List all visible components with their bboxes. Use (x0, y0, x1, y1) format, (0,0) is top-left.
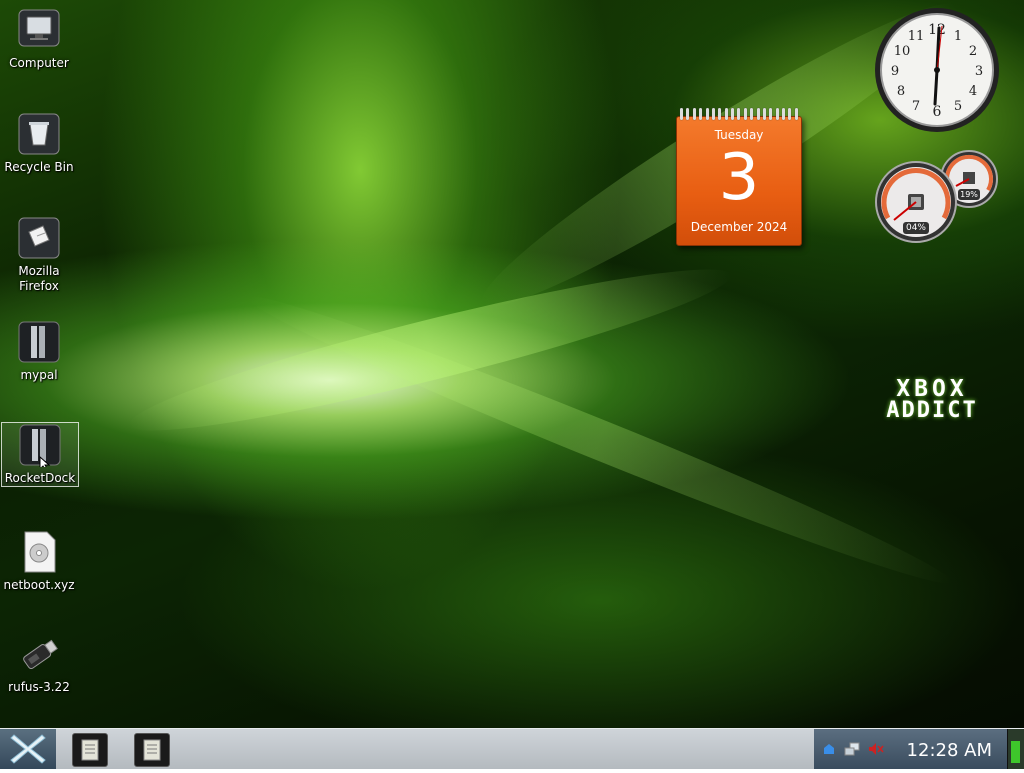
desktop-icon-label: Mozilla Firefox (18, 264, 60, 293)
light-streak (121, 245, 739, 455)
computer-monitor-icon (17, 8, 61, 52)
clock-numeral: 11 (908, 29, 925, 44)
taskbar-button-notepad[interactable] (134, 733, 170, 767)
notepad-icon (143, 739, 161, 761)
start-button[interactable] (0, 729, 56, 769)
desktop-icon-computer[interactable]: Computer (1, 8, 77, 71)
calendar-weekday: Tuesday (714, 128, 764, 142)
taskbar-clock[interactable]: 12:28 AM (907, 740, 992, 761)
analog-clock-icon: 12 1 2 3 4 5 6 7 8 9 10 11 (875, 8, 999, 132)
calendar-gadget[interactable]: Tuesday 3 December 2024 (676, 108, 802, 246)
notepad-icon (81, 739, 99, 761)
network-icon[interactable] (822, 742, 836, 756)
volume-muted-icon[interactable] (868, 742, 884, 756)
desktop-icon-mypal[interactable]: mypal (1, 320, 77, 383)
clock-gadget[interactable]: 12 1 2 3 4 5 6 7 8 9 10 11 (873, 6, 1001, 134)
desktop-icon-label: Computer (9, 56, 69, 70)
recycle-bin-icon (17, 112, 61, 156)
clock-numeral: 8 (897, 84, 905, 99)
clock-numeral: 3 (975, 64, 983, 79)
x-logo-start-icon (10, 734, 46, 764)
memory-percent-readout: 19% (958, 189, 980, 200)
clock-numeral: 2 (969, 44, 977, 59)
clock-numeral: 4 (969, 84, 977, 99)
calendar-binding-rings (680, 108, 798, 120)
desktop-icon-mozilla-firefox[interactable]: Mozilla Firefox (1, 216, 77, 294)
taskbar-button-notepad[interactable] (72, 733, 108, 767)
clock-numeral: 1 (954, 29, 962, 44)
cpu-percent-readout: 04% (903, 222, 929, 234)
firefox-icon (17, 216, 61, 260)
taskbar: 12:28 AM (0, 728, 1024, 769)
desktop-icon-netboot-xyz[interactable]: netboot.xyz (1, 530, 77, 593)
desktop-icon-recycle-bin[interactable]: Recycle Bin (1, 112, 77, 175)
brand-line-xbox: XBOX (896, 376, 968, 402)
desktop-icon-label: Recycle Bin (4, 160, 74, 174)
calendar-day: 3 (718, 141, 760, 215)
speedometer-gauge-icon (875, 150, 998, 243)
wallpaper-brand-logo: XBOX ADDICT (862, 378, 1002, 426)
clock-numeral: 12 (928, 22, 946, 38)
desktop-icon-label: netboot.xyz (3, 578, 75, 592)
brand-line-addict: ADDICT (886, 398, 978, 423)
clock-numeral: 7 (912, 99, 920, 114)
clock-numeral: 10 (894, 44, 911, 59)
system-tray: 12:28 AM (814, 729, 1008, 769)
disc-image-file-icon (17, 530, 61, 574)
calendar-month-year: December 2024 (690, 220, 788, 234)
desktop-background[interactable]: Computer Recycle Bin Mozilla Firefox myp… (0, 0, 1024, 728)
mypal-app-icon (17, 320, 61, 364)
usb-drive-icon (17, 632, 61, 676)
rocketdock-app-icon (18, 423, 62, 472)
clock-numeral: 6 (933, 104, 942, 120)
desktop-icon-label: rufus-3.22 (8, 680, 70, 694)
desktop-icon-label: mypal (20, 368, 58, 382)
desktop-icon-label: RocketDock (4, 471, 76, 485)
clock-numeral: 5 (954, 99, 962, 114)
desktop-icon-rufus[interactable]: rufus-3.22 (1, 632, 77, 695)
clock-numeral: 9 (891, 64, 899, 79)
cpu-meter-gadget[interactable]: 04% 19% (872, 148, 1002, 244)
show-desktop-button[interactable] (1007, 729, 1024, 769)
computer-network-icon[interactable] (844, 741, 860, 757)
light-streak (240, 279, 960, 601)
desktop-icon-rocketdock[interactable]: RocketDock (1, 422, 79, 487)
battery-level-icon (1011, 741, 1020, 763)
